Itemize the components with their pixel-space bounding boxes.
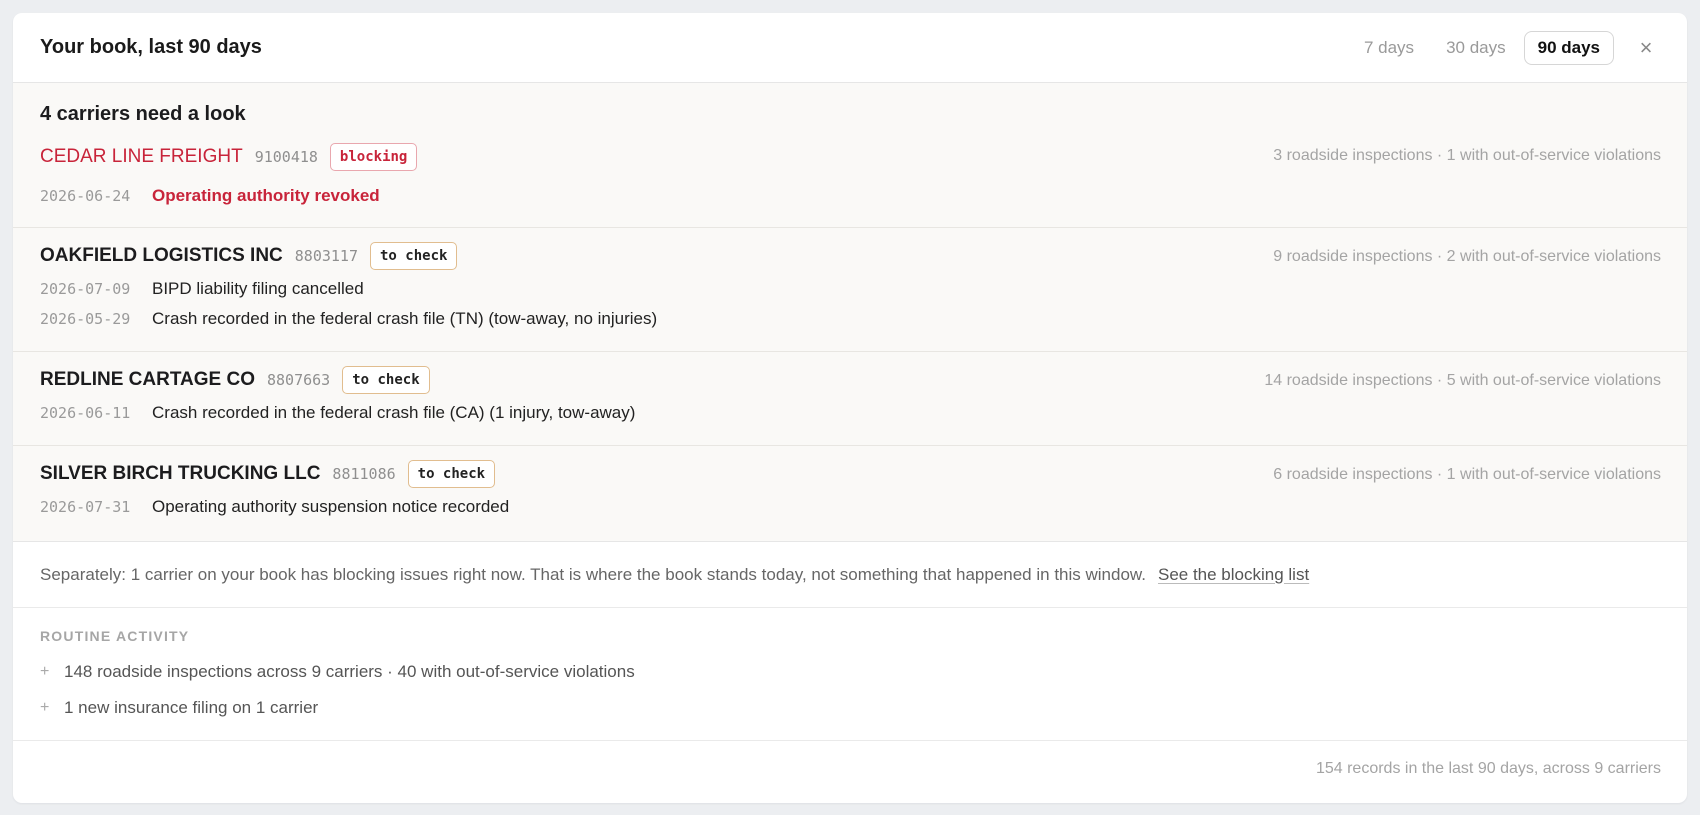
plus-icon: + xyxy=(40,663,50,680)
routine-item-text: 1 new insurance filing on 1 carrier xyxy=(64,698,319,717)
event-item: 2026-06-24 Operating authority revoked xyxy=(40,181,1660,211)
book-panel: Your book, last 90 days 7 days 30 days 9… xyxy=(13,13,1687,803)
close-icon[interactable]: × xyxy=(1632,34,1660,62)
tab-90-days[interactable]: 90 days xyxy=(1523,30,1614,65)
carrier-name[interactable]: OAKFIELD LOGISTICS INC xyxy=(40,245,283,267)
carrier-row[interactable]: REDLINE CARTAGE CO 8807663 to check 14 r… xyxy=(13,352,1687,446)
carrier-name[interactable]: REDLINE CARTAGE CO xyxy=(40,369,255,391)
routine-item[interactable]: + 148 roadside inspections across 9 carr… xyxy=(40,654,1660,690)
routine-item-text: 148 roadside inspections across 9 carrie… xyxy=(64,662,635,681)
event-date: 2026-07-09 xyxy=(40,280,131,298)
event-item: 2026-05-29 Crash recorded in the federal… xyxy=(40,304,1660,334)
separately-note: Separately: 1 carrier on your book has b… xyxy=(13,542,1687,608)
event-text: BIPD liability filing cancelled xyxy=(152,279,364,298)
carrier-number: 8811086 xyxy=(332,465,396,483)
carrier-name[interactable]: CEDAR LINE FREIGHT xyxy=(40,146,243,168)
page-title: Your book, last 90 days xyxy=(40,36,262,58)
event-date: 2026-06-24 xyxy=(40,187,131,205)
event-date: 2026-07-31 xyxy=(40,498,131,516)
event-date: 2026-06-11 xyxy=(40,404,131,422)
routine-item[interactable]: + 1 new insurance filing on 1 carrier xyxy=(40,690,1660,726)
event-item: 2026-07-09 BIPD liability filing cancell… xyxy=(40,274,1660,304)
event-text: Crash recorded in the federal crash file… xyxy=(152,403,636,422)
carrier-stat: 6 roadside inspections · 1 with out-of-s… xyxy=(1273,466,1661,483)
carrier-number: 9100418 xyxy=(254,148,318,166)
event-text: Operating authority suspension notice re… xyxy=(152,497,510,516)
carrier-stat: 3 roadside inspections · 1 with out-of-s… xyxy=(1273,147,1661,164)
tab-7-days[interactable]: 7 days xyxy=(1350,31,1428,65)
event-item: 2026-06-11 Crash recorded in the federal… xyxy=(40,398,1660,428)
status-badge: blocking xyxy=(329,143,418,171)
status-badge: to check xyxy=(370,242,458,270)
routine-activity: ROUTINE ACTIVITY + 148 roadside inspecti… xyxy=(13,608,1687,741)
carrier-number: 8807663 xyxy=(266,371,331,389)
range-tabs: 7 days 30 days 90 days xyxy=(1350,30,1614,65)
panel-header: Your book, last 90 days 7 days 30 days 9… xyxy=(13,13,1687,83)
event-text: Crash recorded in the federal crash file… xyxy=(152,309,658,328)
blocking-list-link[interactable]: See the blocking list xyxy=(1158,565,1309,585)
plus-icon: + xyxy=(40,699,50,716)
event-date: 2026-05-29 xyxy=(40,310,131,328)
carrier-name[interactable]: SILVER BIRCH TRUCKING LLC xyxy=(40,463,320,485)
event-item: 2026-07-31 Operating authority suspensio… xyxy=(40,492,1660,522)
carrier-number: 8803117 xyxy=(294,247,358,265)
alerts-section: 4 carriers need a look CEDAR LINE FREIGH… xyxy=(13,83,1687,542)
tab-30-days[interactable]: 30 days xyxy=(1432,31,1520,65)
carrier-row[interactable]: CEDAR LINE FREIGHT 9100418 blocking 3 ro… xyxy=(13,137,1687,228)
carrier-row[interactable]: OAKFIELD LOGISTICS INC 8803117 to check … xyxy=(13,228,1687,352)
status-badge: to check xyxy=(342,366,430,394)
routine-heading: ROUTINE ACTIVITY xyxy=(40,628,190,644)
status-badge: to check xyxy=(407,460,496,488)
carrier-stat: 9 roadside inspections · 2 with out-of-s… xyxy=(1273,248,1661,265)
carrier-row[interactable]: SILVER BIRCH TRUCKING LLC 8811086 to che… xyxy=(13,446,1687,542)
alerts-heading: 4 carriers need a look xyxy=(40,103,246,125)
separately-text: Separately: 1 carrier on your book has b… xyxy=(40,564,1146,584)
carrier-stat: 14 roadside inspections · 5 with out-of-… xyxy=(1264,372,1661,389)
records-summary: 154 records in the last 90 days, across … xyxy=(1315,760,1661,777)
event-text: Operating authority revoked xyxy=(152,186,380,205)
